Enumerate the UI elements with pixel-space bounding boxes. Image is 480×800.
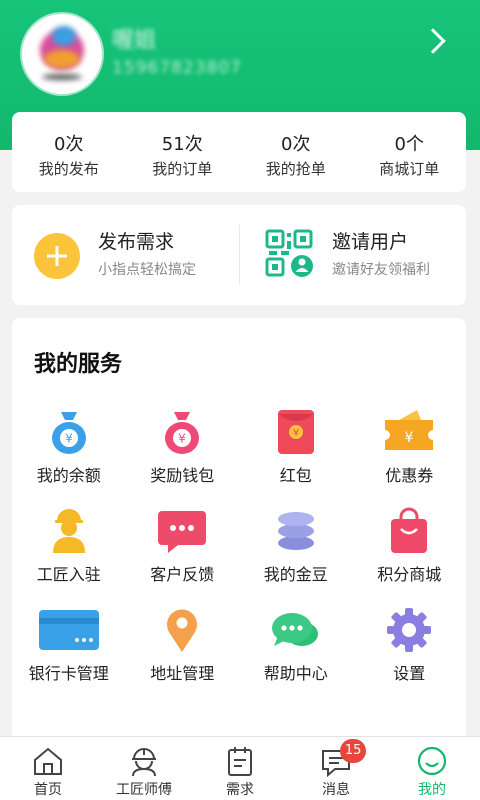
smile-icon <box>417 746 447 776</box>
clipboard-icon <box>228 747 252 776</box>
svg-text:¥: ¥ <box>178 432 186 446</box>
tab-label: 首页 <box>34 782 62 798</box>
bottom-tab-bar: 首页 工匠师傅 需求 15 消息 我的 <box>0 736 480 800</box>
service-address[interactable]: 地址管理 <box>126 606 240 685</box>
avatar[interactable] <box>22 14 102 94</box>
stat-label: 我的订单 <box>152 160 213 178</box>
service-red-envelope[interactable]: ¥ 红包 <box>239 408 353 487</box>
services-grid: ¥ 我的余额 ¥ 奖励钱包 ¥ 红包 ¥ 优惠券 工匠入驻 客户反馈 我的金豆 … <box>12 408 466 685</box>
gear-icon <box>387 608 432 652</box>
tab-workers[interactable]: 工匠师傅 <box>96 737 192 800</box>
profile-phone: 15967823807 <box>112 58 242 78</box>
section-title: 我的服务 <box>34 352 123 377</box>
service-reward-wallet[interactable]: ¥ 奖励钱包 <box>126 408 240 487</box>
service-feedback[interactable]: 客户反馈 <box>126 507 240 586</box>
tab-label: 消息 <box>322 782 350 798</box>
qr-user-icon <box>265 229 313 277</box>
bank-card-icon <box>38 610 99 650</box>
stat-value: 0个 <box>394 134 424 155</box>
action-subtitle: 邀请好友领福利 <box>332 262 430 278</box>
stat-value: 0次 <box>281 134 311 155</box>
coin-stack-icon <box>277 512 314 550</box>
money-bag-icon: ¥ <box>51 412 86 454</box>
service-gold-beans[interactable]: 我的金豆 <box>239 507 353 586</box>
service-label: 优惠券 <box>385 466 434 485</box>
svg-text:¥: ¥ <box>293 428 299 439</box>
plus-icon <box>34 233 80 279</box>
stat-my-posts[interactable]: 0次 我的发布 <box>12 112 126 192</box>
stat-label: 我的抢单 <box>265 160 326 178</box>
publish-demand-button[interactable]: 发布需求 小指点轻松搞定 <box>12 205 239 305</box>
stat-value: 51次 <box>161 134 203 155</box>
service-label: 红包 <box>279 466 312 485</box>
my-services-panel: 我的服务 ¥ 我的余额 ¥ 奖励钱包 ¥ 红包 ¥ 优惠券 工匠入驻 客户反馈 … <box>12 318 466 748</box>
coupon-icon: ¥ <box>385 410 434 450</box>
stat-mall-orders[interactable]: 0个 商城订单 <box>353 112 467 192</box>
location-pin-icon <box>167 609 198 652</box>
tab-mine[interactable]: 我的 <box>384 737 480 800</box>
chevron-right-icon[interactable] <box>420 28 446 54</box>
feedback-icon <box>158 511 207 553</box>
stat-value: 0次 <box>54 134 84 155</box>
action-title: 发布需求 <box>98 231 175 253</box>
service-help-center[interactable]: 帮助中心 <box>239 606 353 685</box>
service-label: 我的金豆 <box>263 565 328 584</box>
tab-messages[interactable]: 15 消息 <box>288 737 384 800</box>
svg-text:¥: ¥ <box>65 432 73 446</box>
service-label: 奖励钱包 <box>150 466 215 485</box>
service-coupon[interactable]: ¥ 优惠券 <box>353 408 467 487</box>
service-label: 帮助中心 <box>263 664 328 683</box>
service-label: 设置 <box>393 664 426 683</box>
service-label: 地址管理 <box>150 664 215 683</box>
worker-icon <box>52 509 85 553</box>
home-icon <box>34 747 62 775</box>
stat-my-grabs[interactable]: 0次 我的抢单 <box>239 112 353 192</box>
service-points-mall[interactable]: 积分商城 <box>353 507 467 586</box>
tab-home[interactable]: 首页 <box>0 737 96 800</box>
invite-user-button[interactable]: 邀请用户 邀请好友领福利 <box>239 205 466 305</box>
tab-label: 我的 <box>418 782 446 798</box>
chat-icon <box>271 613 318 646</box>
tab-demand[interactable]: 需求 <box>192 737 288 800</box>
money-bag-icon: ¥ <box>165 412 200 454</box>
unread-badge: 15 <box>339 739 367 763</box>
tab-label: 需求 <box>226 782 254 798</box>
stat-my-orders[interactable]: 51次 我的订单 <box>126 112 240 192</box>
quick-actions: 发布需求 小指点轻松搞定 邀请用户 邀请好友领福利 <box>12 205 466 305</box>
profile-name: 喔姐 <box>112 28 157 53</box>
service-label: 积分商城 <box>377 565 442 584</box>
svg-text:¥: ¥ <box>405 430 414 446</box>
service-label: 银行卡管理 <box>28 664 109 683</box>
service-worker-join[interactable]: 工匠入驻 <box>12 507 126 586</box>
service-label: 工匠入驻 <box>36 565 101 584</box>
stat-label: 我的发布 <box>38 160 99 178</box>
order-stats: 0次 我的发布 51次 我的订单 0次 我的抢单 0个 商城订单 <box>12 112 466 192</box>
service-bank-card[interactable]: 银行卡管理 <box>12 606 126 685</box>
worker-helmet-icon <box>132 748 156 777</box>
service-balance[interactable]: ¥ 我的余额 <box>12 408 126 487</box>
action-subtitle: 小指点轻松搞定 <box>98 262 196 278</box>
shopping-bag-icon <box>391 507 428 553</box>
action-title: 邀请用户 <box>332 231 409 253</box>
service-settings[interactable]: 设置 <box>353 606 467 685</box>
stat-label: 商城订单 <box>379 160 440 178</box>
service-label: 客户反馈 <box>150 565 215 584</box>
red-envelope-icon: ¥ <box>277 410 314 454</box>
service-label: 我的余额 <box>36 466 101 485</box>
tab-label: 工匠师傅 <box>116 782 172 798</box>
